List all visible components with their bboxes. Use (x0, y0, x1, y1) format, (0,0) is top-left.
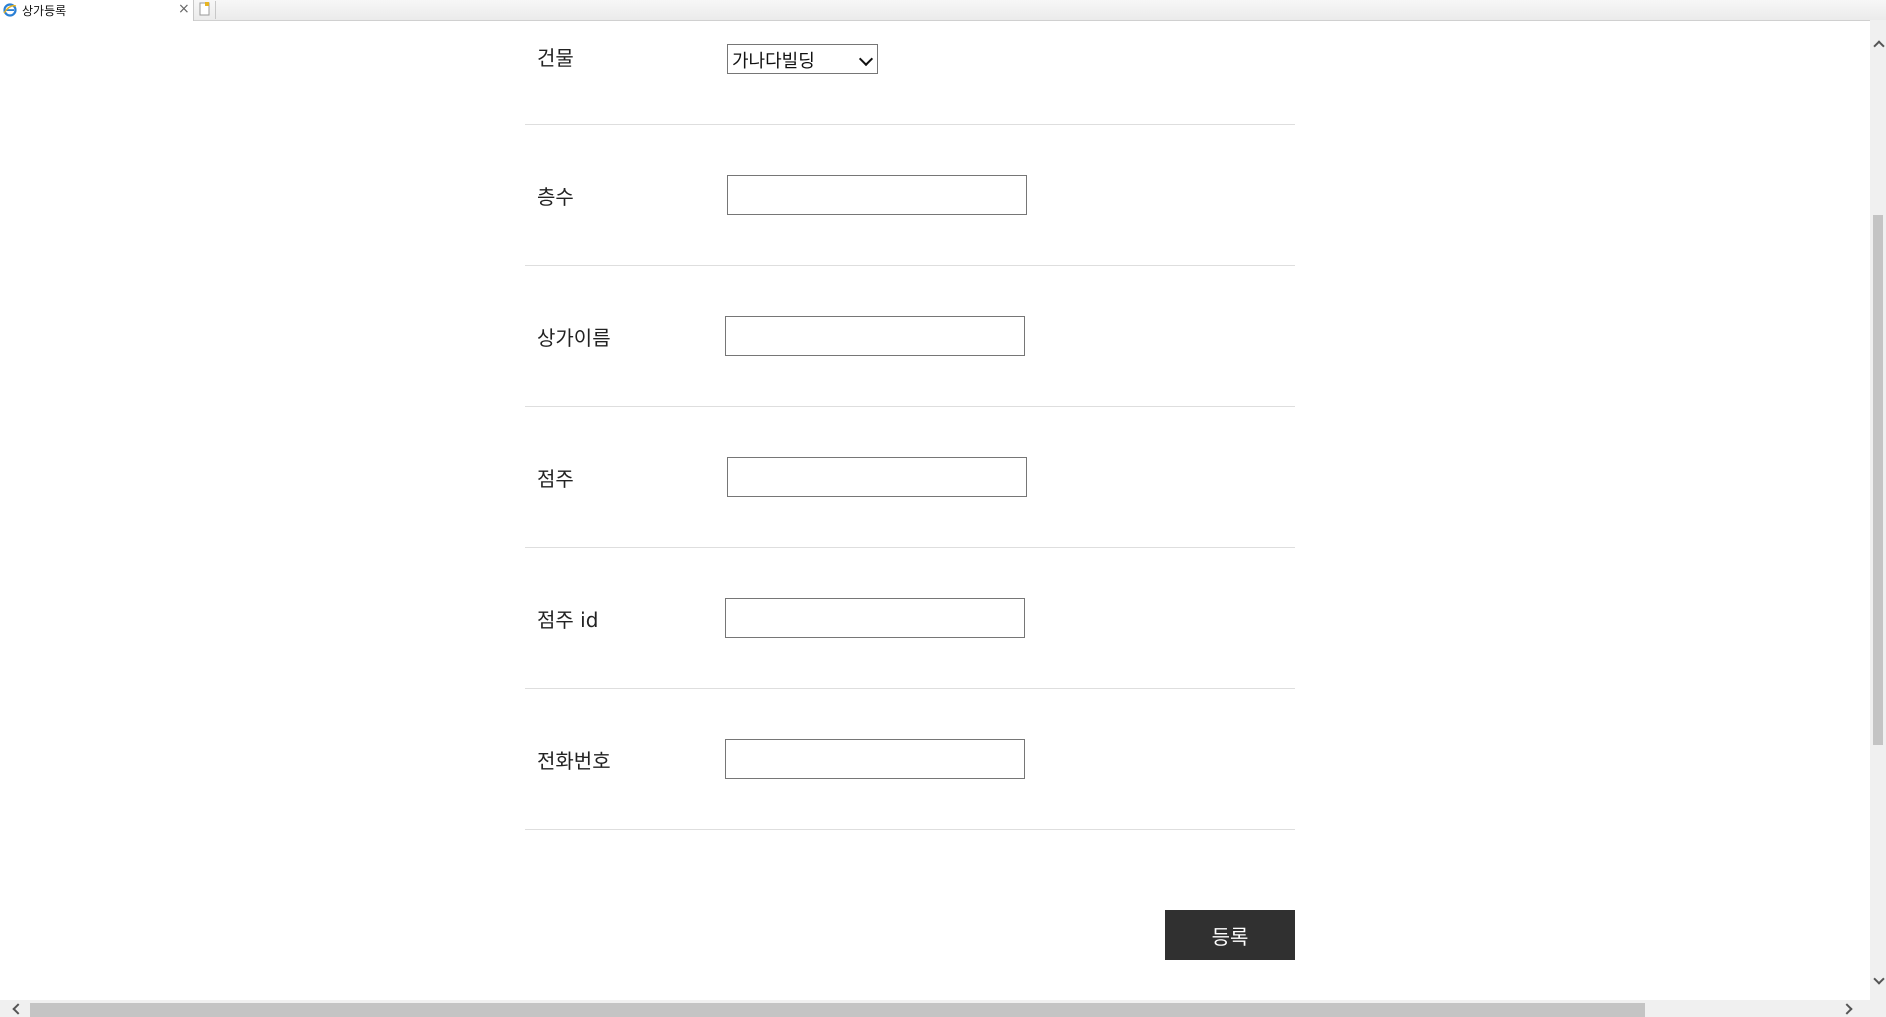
tab-title: 상가등록 (22, 4, 67, 18)
phone-label: 전화번호 (537, 749, 611, 773)
horizontal-scrollbar[interactable] (0, 1000, 1886, 1017)
phone-input[interactable] (725, 739, 1025, 779)
close-icon[interactable]: × (178, 1, 190, 17)
scroll-right-icon[interactable] (1841, 1003, 1853, 1015)
vertical-scroll-thumb[interactable] (1873, 215, 1883, 745)
store-registration-form: 건물 가나다빌딩 층수 상가이름 점주 점주 id 전화번호 (525, 20, 1295, 830)
browser-tab[interactable]: 상가등록 × (0, 0, 194, 21)
floor-row: 층수 (525, 125, 1295, 266)
store-name-input[interactable] (725, 316, 1025, 356)
owner-id-row: 점주 id (525, 548, 1295, 689)
store-name-label: 상가이름 (537, 326, 611, 350)
new-tab-icon (199, 2, 210, 16)
floor-input[interactable] (727, 175, 1027, 215)
phone-row: 전화번호 (525, 689, 1295, 830)
floor-label: 층수 (537, 185, 574, 209)
chevron-down-icon (858, 51, 874, 67)
building-label: 건물 (537, 46, 574, 70)
scroll-down-icon[interactable] (1873, 973, 1885, 985)
owner-id-input[interactable] (725, 598, 1025, 638)
submit-area: 등록 (525, 910, 1295, 960)
building-row: 건물 가나다빌딩 (525, 20, 1295, 125)
building-select[interactable]: 가나다빌딩 (727, 44, 878, 74)
store-name-row: 상가이름 (525, 266, 1295, 407)
vertical-scrollbar[interactable] (1870, 20, 1886, 1000)
horizontal-scroll-thumb[interactable] (30, 1003, 1645, 1017)
owner-row: 점주 (525, 407, 1295, 548)
owner-input[interactable] (727, 457, 1027, 497)
new-tab-button[interactable] (196, 1, 216, 19)
building-select-value: 가나다빌딩 (732, 51, 815, 72)
ie-icon (3, 3, 17, 17)
scroll-left-icon[interactable] (12, 1003, 24, 1015)
owner-label: 점주 (537, 467, 574, 491)
owner-id-label: 점주 id (537, 608, 599, 632)
browser-tab-bar: 상가등록 × (0, 0, 1886, 21)
register-button[interactable]: 등록 (1165, 910, 1295, 960)
scroll-up-icon[interactable] (1873, 40, 1885, 52)
